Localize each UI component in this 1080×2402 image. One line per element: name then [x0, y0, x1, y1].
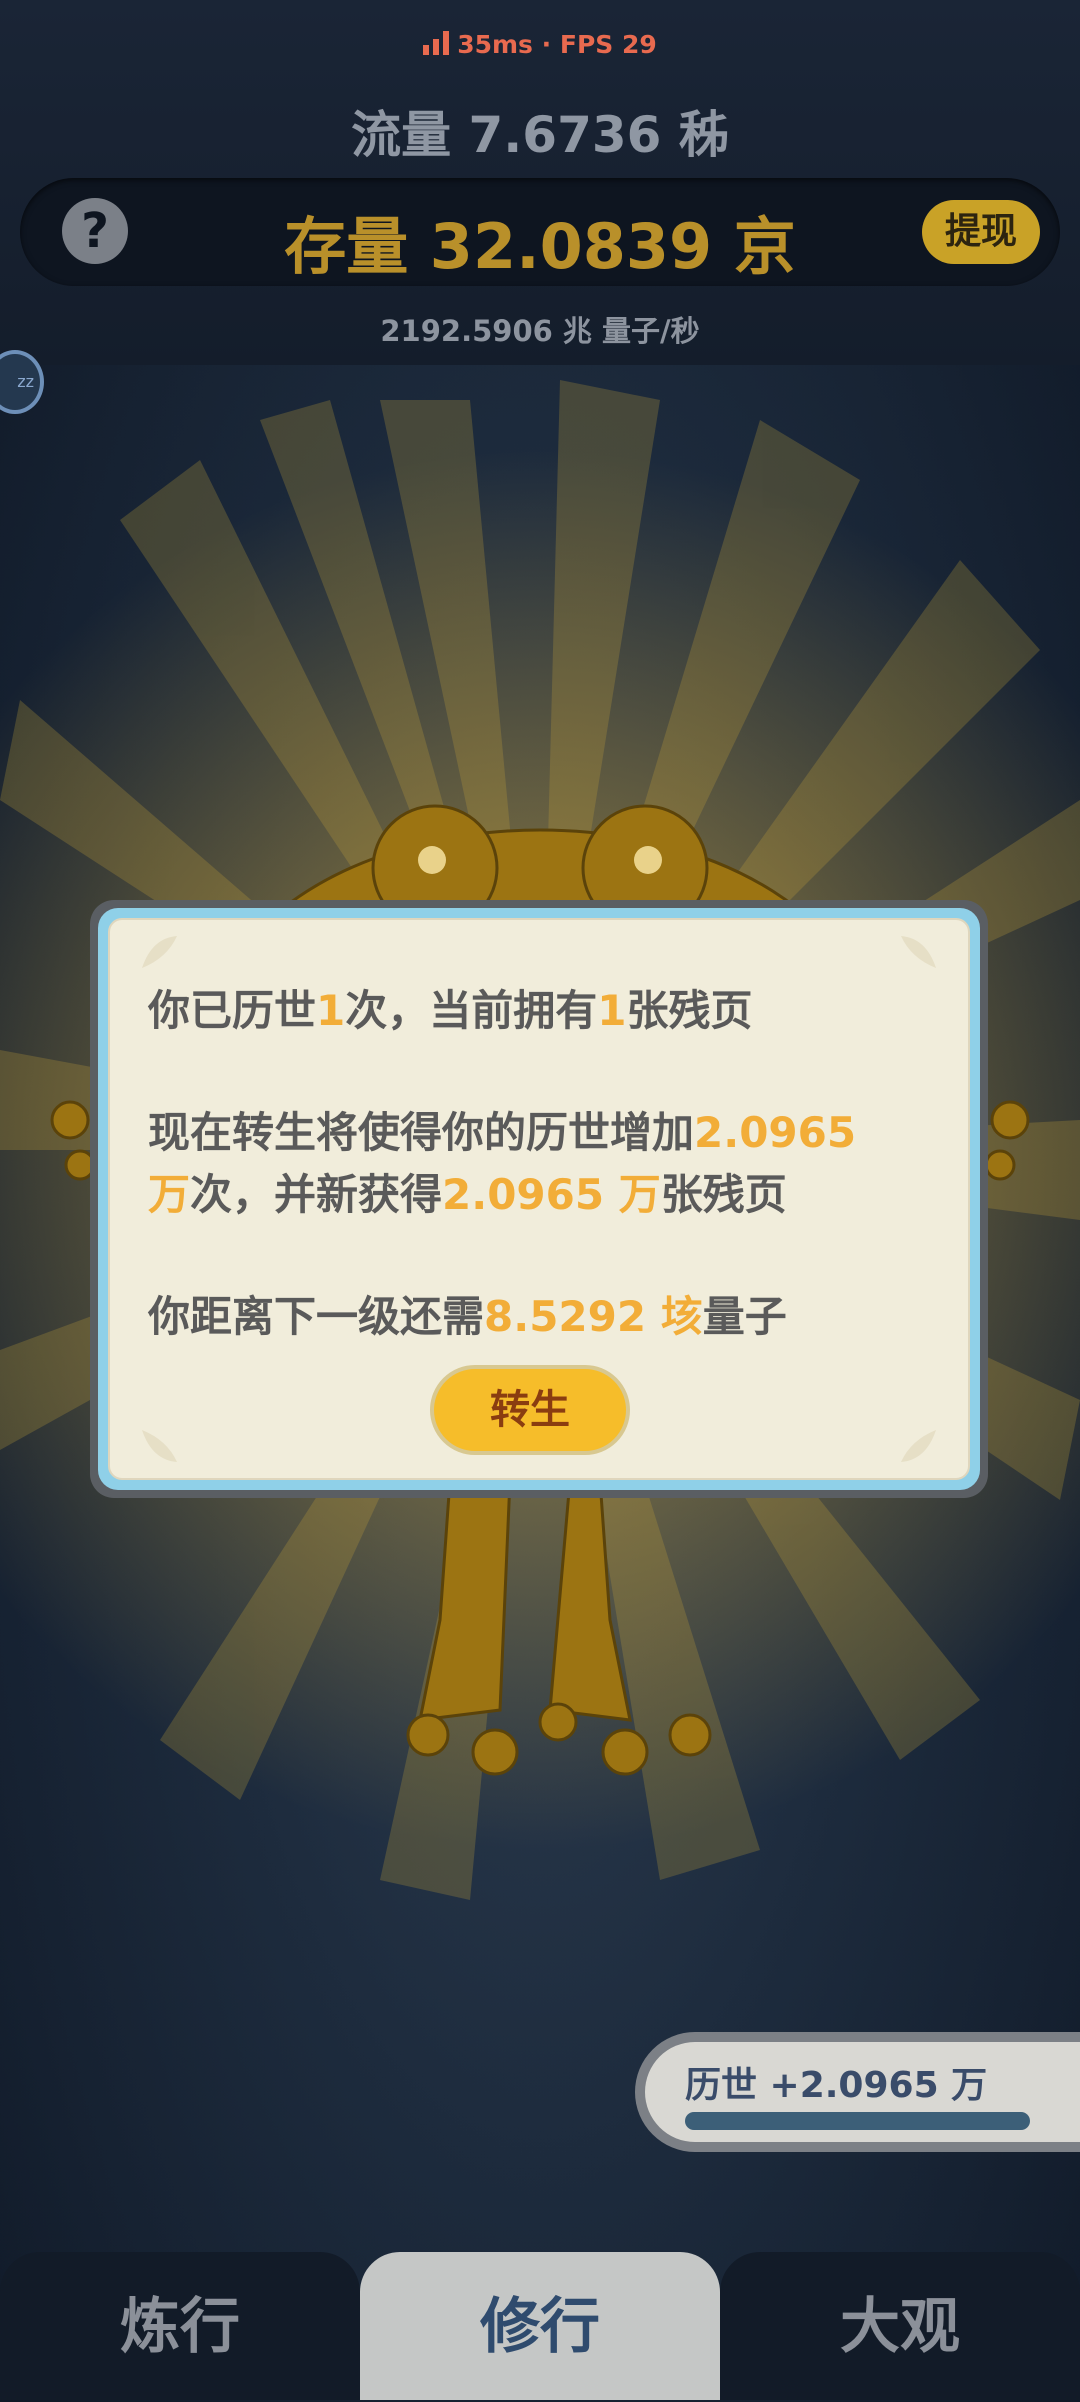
- history-count-line: 你已历世1次，当前拥有1张残页: [148, 986, 753, 1035]
- flow-value: 流量 7.6736 秭: [351, 106, 729, 164]
- next-level-line: 你距离下一级还需8.5292 垓量子: [148, 1292, 787, 1341]
- leaf-ornament-icon: [901, 1430, 936, 1462]
- fps-indicator: 35ms · FPS 29: [0, 30, 1080, 59]
- history-gain-label: 历世 +2.0965 万: [685, 2065, 988, 2106]
- stock-pill: ? 存量 32.0839 京 提现: [20, 178, 1060, 286]
- reincarnate-button[interactable]: 转生: [430, 1365, 630, 1455]
- leaf-ornament-icon: [142, 936, 177, 968]
- history-progress-pill: 历世 +2.0965 万: [635, 2032, 1080, 2152]
- rate-value: 2192.5906 兆 量子/秒: [380, 314, 700, 348]
- top-bar: 35ms · FPS 29 流量 7.6736 秭 ? 存量 32.0839 京…: [0, 0, 1080, 365]
- status-separator: ·: [541, 30, 552, 59]
- withdraw-button[interactable]: 提现: [922, 200, 1040, 264]
- tab-xiuxing[interactable]: 修行: [360, 2252, 720, 2400]
- fps-value: FPS 29: [559, 30, 657, 59]
- tab-daguan[interactable]: 大观: [720, 2252, 1080, 2400]
- ping-value: 35ms: [457, 30, 533, 59]
- history-progress-bar: [685, 2112, 1030, 2130]
- reincarnation-dialog: 你已历世1次，当前拥有1张残页 现在转生将使得你的历世增加2.0965 万次，并新…: [90, 900, 988, 1498]
- dialog-border: 你已历世1次，当前拥有1张残页 现在转生将使得你的历世增加2.0965 万次，并新…: [98, 908, 980, 1490]
- bottom-tab-bar: 炼行 修行 大观: [0, 2252, 1080, 2400]
- dialog-panel: 你已历世1次，当前拥有1张残页 现在转生将使得你的历世增加2.0965 万次，并新…: [108, 918, 970, 1480]
- signal-icon: [423, 31, 450, 55]
- dialog-message: 你已历世1次，当前拥有1张残页 现在转生将使得你的历世增加2.0965 万次，并新…: [148, 980, 938, 1348]
- leaf-ornament-icon: [142, 1430, 177, 1462]
- reincarnation-gain-line: 现在转生将使得你的历世增加2.0965 万次，并新获得2.0965 万张残页: [148, 1108, 857, 1219]
- stock-value: 存量 32.0839 京: [284, 210, 796, 283]
- tab-lianxing[interactable]: 炼行: [0, 2252, 360, 2400]
- leaf-ornament-icon: [901, 936, 936, 968]
